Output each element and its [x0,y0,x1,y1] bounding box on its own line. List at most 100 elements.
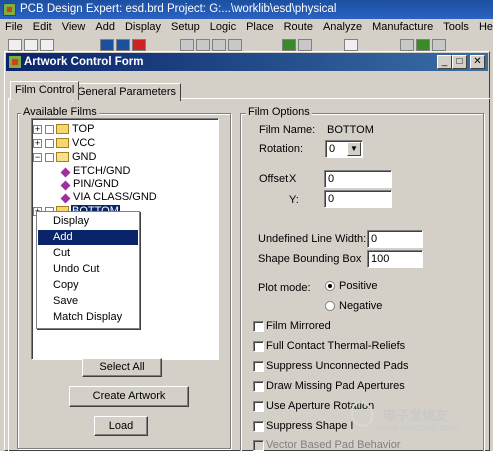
tree-node-via-class-gnd[interactable]: VIA CLASS/GND [73,191,157,204]
dialog-title: Artwork Control Form [24,56,144,68]
menu-item-undo-cut[interactable]: Undo Cut [38,262,138,277]
tab-film-control[interactable]: Film Control [10,81,80,100]
maximize-button[interactable]: □ [452,55,467,69]
menu-route[interactable]: Route [279,19,318,33]
watermark-text: 电子发烧友 [383,408,449,423]
slide-icon[interactable] [298,39,312,51]
close-button[interactable]: ✕ [470,55,485,69]
menu-bar: File Edit View Add Display Setup Logic Place Rou… [0,19,493,37]
plot-mode-negative-label[interactable]: Negative [339,300,382,312]
tree-node-pin-gnd[interactable]: PIN/GND [73,178,119,191]
suppress-shape-checkbox[interactable] [253,421,264,432]
measure-icon[interactable] [432,39,446,51]
tab-general-parameters[interactable]: General Parameters [72,83,182,101]
plot-mode-negative-radio[interactable] [325,301,335,311]
offset-x-field[interactable]: 0 [324,170,392,188]
chevron-down-icon[interactable]: ▼ [347,142,361,156]
menu-place[interactable]: Place [241,19,279,33]
load-button[interactable]: Load [94,416,148,436]
minimize-button[interactable]: _ [437,55,452,69]
tree-node-gnd[interactable]: GND [72,151,96,164]
menu-item-match-display[interactable]: Match Display [38,310,138,325]
menu-item-display[interactable]: Display [38,214,138,229]
menu-setup[interactable]: Setup [166,19,205,33]
dialog-title-bar: Artwork Control Form [6,53,488,71]
offset-y-label: Y: [289,194,299,206]
film-checkbox[interactable] [45,125,54,134]
watermark-url: www.elecfans.com [376,423,459,434]
tree-node-etch-gnd[interactable]: ETCH/GND [73,165,130,178]
use-aperture-rotation-checkbox[interactable] [253,401,264,412]
context-menu: Display Add Cut Undo Cut Copy Save Match… [36,211,140,329]
full-contact-thermal-reliefs-checkbox[interactable] [253,341,264,352]
menu-add[interactable]: Add [90,19,120,33]
expand-icon[interactable]: + [33,139,42,148]
film-checkbox[interactable] [45,139,54,148]
full-contact-thermal-reliefs-label[interactable]: Full Contact Thermal-Reliefs [266,340,405,352]
shape-icon[interactable] [416,39,430,51]
save-icon[interactable] [40,39,54,51]
menu-tools[interactable]: Tools [438,19,474,33]
menu-item-add[interactable]: Add [38,230,138,245]
route-icon[interactable] [282,39,296,51]
rotation-value: 0 [329,143,336,155]
menu-display[interactable]: Display [120,19,166,33]
plot-mode-positive-label[interactable]: Positive [339,280,378,292]
menu-analyze[interactable]: Analyze [318,19,367,33]
app-title-bar: PCB Design Expert: esd.brd Project: G:..… [0,0,493,19]
film-mirrored-label[interactable]: Film Mirrored [266,320,331,332]
shape-bounding-box-field[interactable]: 100 [367,250,423,268]
draw-missing-pad-apertures-checkbox[interactable] [253,381,264,392]
app-icon [3,3,16,16]
tree-node-top[interactable]: TOP [72,123,94,136]
vector-based-pad-behavior-label: Vector Based Pad Behavior [266,439,401,451]
folder-icon [56,124,69,134]
draw-missing-pad-apertures-label[interactable]: Draw Missing Pad Apertures [266,380,405,392]
tree-node-vcc[interactable]: VCC [72,137,95,150]
offset-label: Offset [259,173,289,185]
suppress-unconnected-pads-label[interactable]: Suppress Unconnected Pads [266,360,408,372]
undefined-line-width-field[interactable]: 0 [367,230,423,248]
delete-icon[interactable] [132,39,146,51]
film-checkbox[interactable] [45,153,54,162]
menu-item-cut[interactable]: Cut [38,246,138,261]
offset-x-label: X [289,173,297,185]
shape-bounding-box-label: Shape Bounding Box [258,253,362,265]
collapse-icon[interactable]: − [33,153,42,162]
film-options-label: Film Options [246,106,312,118]
text-icon[interactable] [344,39,358,51]
menu-item-copy[interactable]: Copy [38,278,138,293]
menu-logic[interactable]: Logic [205,19,241,33]
dialog-app-icon [9,56,21,68]
plot-mode-positive-radio[interactable] [325,281,335,291]
available-films-label: Available Films [21,106,99,118]
menu-help[interactable]: Help [474,19,493,33]
new-icon[interactable] [8,39,22,51]
layer-icon[interactable] [100,39,114,51]
film-name-label: Film Name: [259,124,316,136]
film-mirrored-checkbox[interactable] [253,321,264,332]
create-artwork-button[interactable]: Create Artwork [69,386,189,407]
via-icon[interactable] [400,39,414,51]
select-all-button[interactable]: Select All [82,358,162,377]
film-name-value: BOTTOM [327,124,374,136]
menu-view[interactable]: View [57,19,91,33]
menu-edit[interactable]: Edit [28,19,57,33]
suppress-unconnected-pads-checkbox[interactable] [253,361,264,372]
menu-item-save[interactable]: Save [38,294,138,309]
zoom-in-icon[interactable] [180,39,194,51]
open-icon[interactable] [24,39,38,51]
offset-y-field[interactable]: 0 [324,190,392,208]
suppress-shape-label[interactable]: Suppress Shape I [266,420,353,432]
menu-manufacture[interactable]: Manufacture [367,19,438,33]
zoom-prev-icon[interactable] [228,39,242,51]
zoom-out-icon[interactable] [196,39,210,51]
plot-mode-label: Plot mode: [258,282,311,294]
grid-icon[interactable] [116,39,130,51]
expand-icon[interactable]: + [33,125,42,134]
rotation-label: Rotation: [259,143,304,155]
zoom-fit-icon[interactable] [212,39,226,51]
menu-file[interactable]: File [0,19,28,33]
vector-based-pad-behavior-checkbox [253,440,264,451]
open-folder-icon [56,152,69,162]
